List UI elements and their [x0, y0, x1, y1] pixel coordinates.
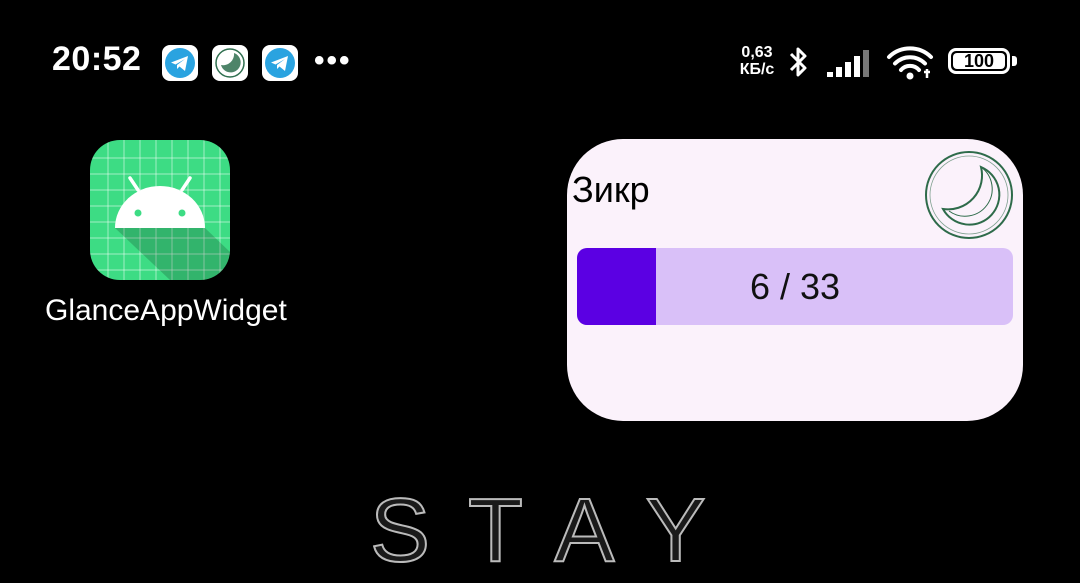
network-speed-value: 0,63 [741, 44, 773, 61]
zikr-progress-bar[interactable]: 6 / 33 [577, 248, 1013, 325]
wallpaper-text: STAY [369, 480, 744, 582]
more-notifications-icon: ••• [314, 44, 352, 77]
battery-tip [1012, 56, 1017, 66]
network-speed: 0,63 КБ/с [735, 44, 779, 78]
battery-icon: 100 [948, 48, 1010, 74]
bluetooth-icon [786, 44, 812, 85]
app-label: GlanceAppWidget [45, 294, 287, 327]
telegram-icon [262, 45, 298, 81]
widget-title: Зикр [572, 169, 650, 210]
wifi-icon [886, 44, 936, 85]
app-shortcut-glanceappwidget[interactable]: GlanceAppWidget [45, 140, 287, 330]
zikr-widget[interactable]: Зикр 6 / 33 [567, 139, 1023, 421]
crescent-moon-icon [923, 149, 1015, 246]
network-speed-unit: КБ/с [739, 61, 775, 78]
zikr-app-icon [212, 45, 248, 81]
battery-level: 100 [963, 51, 995, 71]
status-clock: 20:52 [52, 40, 142, 78]
status-bar: 20:52 ••• 0,63 КБ/с 100 [0, 0, 1080, 120]
telegram-icon [162, 45, 198, 81]
signal-strength-icon [826, 48, 874, 83]
android-icon[interactable] [90, 140, 230, 280]
zikr-counter: 6 / 33 [749, 266, 841, 307]
